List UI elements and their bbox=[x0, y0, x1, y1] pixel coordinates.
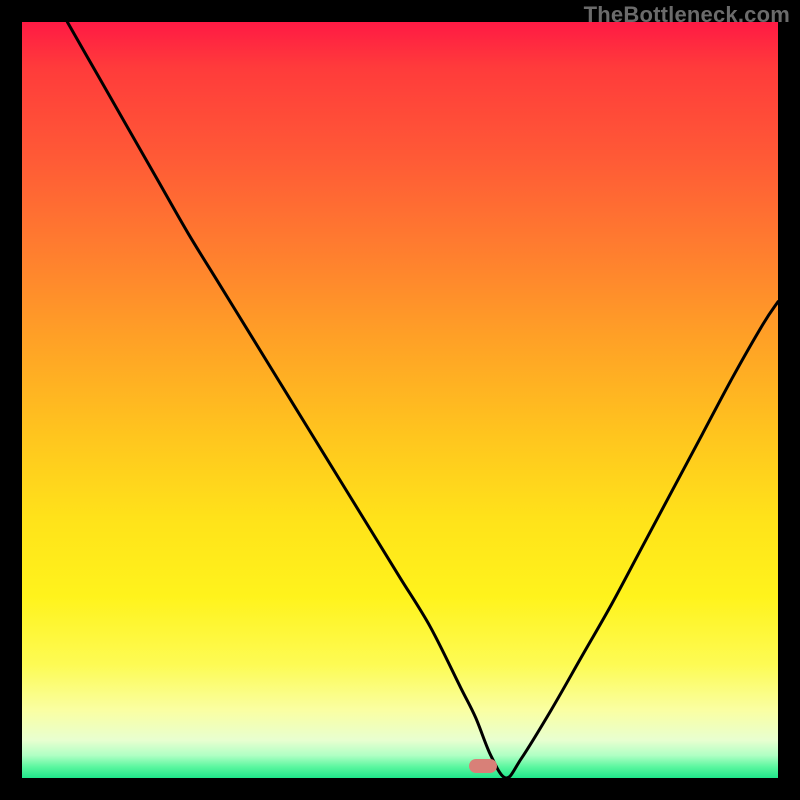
curve-path bbox=[67, 22, 778, 778]
plot-area bbox=[22, 22, 778, 778]
bottleneck-curve bbox=[22, 22, 778, 778]
minimum-marker bbox=[469, 759, 497, 773]
chart-frame: TheBottleneck.com bbox=[0, 0, 800, 800]
